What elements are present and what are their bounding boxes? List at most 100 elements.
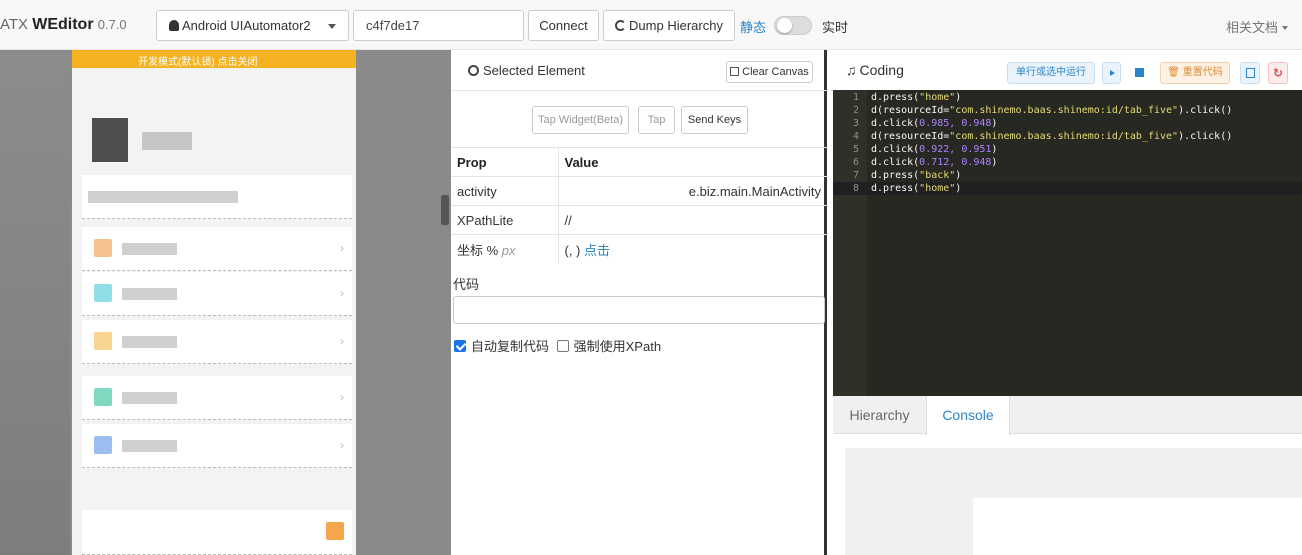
reload-icon[interactable]: ↻ — [1268, 62, 1288, 84]
run-selection-button[interactable]: 单行或选中运行 — [1007, 62, 1095, 84]
line-number: 1 — [852, 92, 859, 103]
prop-key: 坐标 % px — [451, 234, 559, 264]
properties-table: Prop Value activity e.biz.main.MainActiv… — [451, 147, 827, 264]
dev-mode-notice[interactable]: 开发模式(默认锁) 点击关闭 — [72, 50, 356, 68]
list-item[interactable]: › — [82, 320, 352, 364]
item-icon — [94, 239, 112, 257]
mode-static-label: 静态 — [740, 20, 767, 35]
table-header-row: Prop Value — [451, 147, 827, 177]
top-toolbar: ATX WEditor 0.7.0 Android UIAutomator2 c… — [0, 0, 1302, 50]
app-brand: ATX WEditor 0.7.0 — [0, 16, 127, 34]
coding-header: ♫ Coding 单行或选中运行 🗑 重置代码 ↻ — [830, 50, 1302, 91]
panel-title: Selected Element — [468, 63, 585, 78]
dev-mode-notice-text: 开发模式(默认锁) 点击关闭 — [138, 57, 258, 68]
chevron-down-icon — [1282, 26, 1289, 30]
send-keys-button[interactable]: Send Keys — [681, 106, 748, 134]
code-text: d.click(0.922, 0.951) — [871, 144, 998, 155]
coding-title: ♫ Coding — [846, 62, 904, 78]
tap-widget-button[interactable]: Tap Widget(Beta) — [532, 106, 629, 134]
blurred-background — [0, 50, 70, 555]
code-line[interactable]: 6 d.click(0.712, 0.948) — [833, 156, 1302, 169]
blank-area — [973, 498, 1302, 555]
line-number: 8 — [852, 183, 859, 194]
mode-live-label: 实时 — [822, 20, 849, 35]
reset-code-button[interactable]: 🗑 重置代码 — [1160, 62, 1230, 84]
device-screenshot[interactable]: 开发模式(默认锁) 点击关闭 › › › › › — [72, 50, 356, 555]
auto-copy-checkbox[interactable] — [454, 340, 466, 352]
tab-hierarchy[interactable]: Hierarchy — [833, 396, 926, 434]
chevron-right-icon: › — [340, 334, 344, 348]
blurred-profile-name — [142, 132, 192, 150]
platform-select[interactable]: Android UIAutomator2 — [156, 10, 349, 41]
chevron-right-icon: › — [340, 438, 344, 452]
docs-dropdown[interactable]: 相关文档 — [1226, 17, 1289, 36]
panel-title-text: Selected Element — [483, 63, 585, 78]
column-header: Prop — [451, 147, 559, 177]
code-line[interactable]: 1 d.press("home") — [833, 91, 1302, 104]
list-item[interactable]: › — [82, 227, 352, 271]
dump-hierarchy-button[interactable]: Dump Hierarchy — [603, 10, 735, 41]
prop-key: activity — [451, 176, 559, 206]
code-text: d.press("back") — [871, 170, 962, 181]
code-text: d.click(0.985, 0.948) — [871, 118, 998, 129]
item-icon — [94, 284, 112, 302]
copy-icon[interactable] — [1240, 62, 1260, 84]
list-item[interactable]: › — [82, 376, 352, 420]
clear-canvas-button[interactable]: Clear Canvas — [726, 61, 813, 83]
code-line[interactable]: 3 d.click(0.985, 0.948) — [833, 117, 1302, 130]
item-icon — [94, 436, 112, 454]
tap-button[interactable]: Tap — [638, 106, 675, 134]
force-xpath-label: 强制使用XPath — [573, 339, 662, 354]
android-icon — [169, 20, 179, 31]
code-line[interactable]: 7 d.press("back") — [833, 169, 1302, 182]
coding-title-text: Coding — [859, 62, 904, 78]
line-number: 4 — [852, 131, 859, 142]
refresh-icon — [615, 20, 627, 31]
line-number: 6 — [852, 157, 859, 168]
click-link[interactable]: 点击 — [584, 243, 610, 258]
code-text: d(resourceId="com.shinemo.baas.shinemo:i… — [871, 131, 1233, 142]
device-serial-input[interactable]: c4f7de17 — [353, 10, 524, 41]
table-row: activity e.biz.main.MainActivity — [451, 176, 827, 206]
bottom-tab-bar[interactable] — [82, 510, 352, 555]
blurred-text — [88, 191, 238, 203]
blurred-text — [122, 336, 177, 348]
code-text: d.click(0.712, 0.948) — [871, 157, 998, 168]
chevron-right-icon: › — [340, 241, 344, 255]
brand-prefix: ATX — [0, 16, 29, 33]
dump-hierarchy-label: Dump Hierarchy — [629, 18, 723, 33]
coding-panel: ♫ Coding 单行或选中运行 🗑 重置代码 ↻ 1 d.press("home"… — [830, 50, 1302, 555]
play-icon[interactable] — [1102, 62, 1121, 84]
prop-value: // — [558, 205, 827, 235]
table-row: 坐标 % px (, ) 点击 — [451, 234, 827, 264]
code-line[interactable]: 2 d(resourceId="com.shinemo.baas.shinemo:… — [833, 104, 1302, 117]
list-item[interactable]: › — [82, 424, 352, 468]
code-label: 代码 — [453, 277, 480, 292]
panel-header: Selected Element Clear Canvas — [451, 50, 827, 91]
blurred-text — [122, 243, 177, 255]
code-line[interactable]: 8 d.press("home") — [833, 182, 1302, 195]
prop-value: e.biz.main.MainActivity — [558, 176, 827, 206]
options-row: 自动复制代码 强制使用XPath — [454, 336, 661, 355]
avatar — [92, 118, 128, 162]
force-xpath-checkbox[interactable] — [556, 340, 569, 352]
stop-icon[interactable] — [1129, 62, 1149, 84]
chevron-right-icon: › — [340, 390, 344, 404]
code-editor[interactable]: 1 d.press("home") 2 d(resourceId="com.shine… — [833, 90, 1302, 401]
music-note-icon: ♫ — [846, 62, 857, 78]
connect-button[interactable]: Connect — [528, 10, 599, 41]
code-text: d.press("home") — [871, 183, 962, 194]
code-line[interactable]: 4 d(resourceId="com.shinemo.baas.shinemo:… — [833, 130, 1302, 143]
code-text: d.press("home") — [871, 92, 962, 103]
unit-label: px — [501, 242, 516, 258]
tab-console[interactable]: Console — [926, 396, 1010, 435]
code-line[interactable]: 5 d.click(0.922, 0.951) — [833, 143, 1302, 156]
code-input[interactable] — [453, 296, 825, 324]
clear-canvas-label: Clear Canvas — [742, 66, 809, 78]
list-item[interactable] — [82, 175, 352, 219]
resize-handle[interactable] — [441, 195, 449, 225]
live-mode-toggle[interactable] — [774, 16, 812, 35]
list-item[interactable]: › — [82, 272, 352, 316]
line-number: 7 — [852, 170, 859, 181]
coord-value: (, ) — [564, 242, 581, 258]
